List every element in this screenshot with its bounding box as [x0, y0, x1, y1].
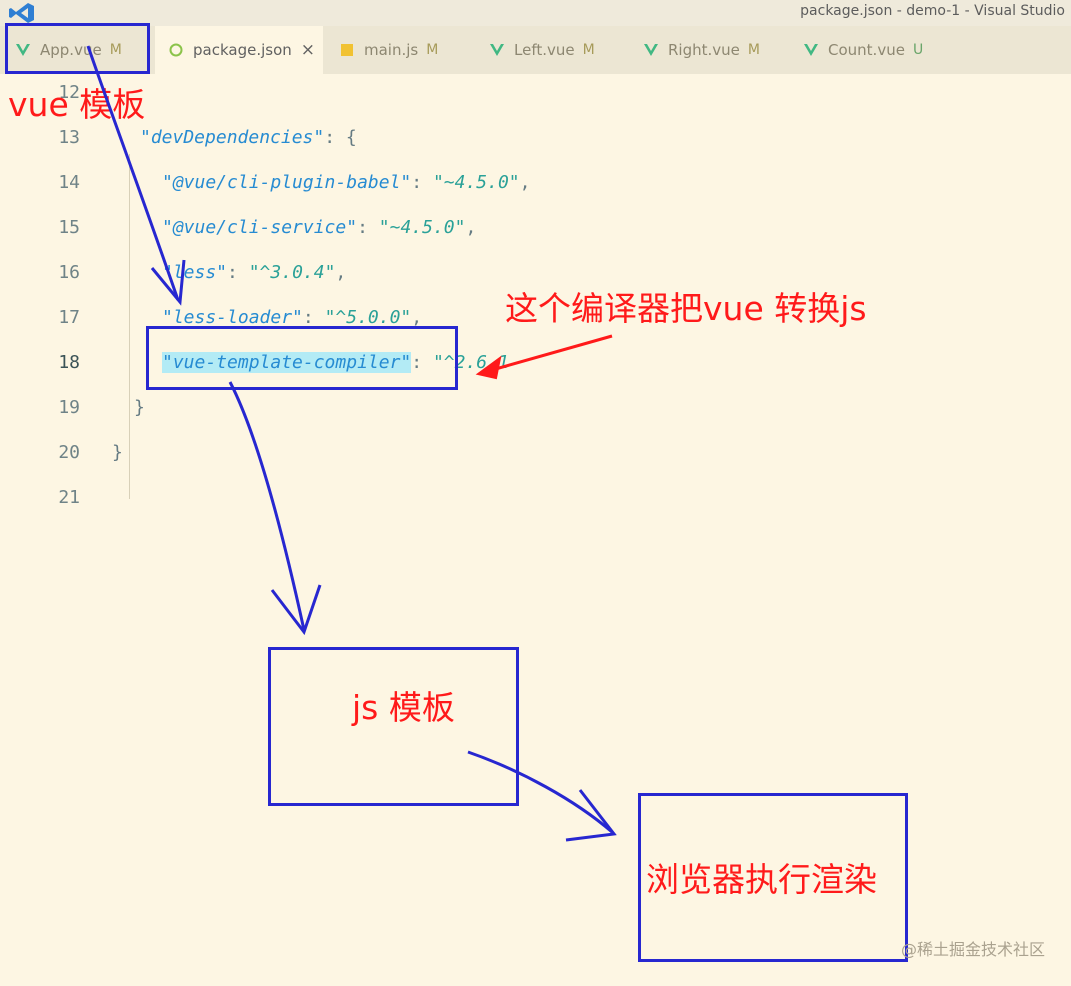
- compiler-to-js-arrow: [228, 381, 306, 631]
- compiler-pointer-arrow: [484, 334, 613, 374]
- red-arrowhead: [475, 355, 502, 380]
- arrowhead-1: [150, 259, 186, 306]
- js-to-browser-arrow: [467, 750, 613, 834]
- annotation-arrows: [86, 45, 617, 842]
- watermark: @稀土掘金技术社区: [900, 940, 1045, 959]
- vue-to-compiler-arrow: [86, 45, 180, 301]
